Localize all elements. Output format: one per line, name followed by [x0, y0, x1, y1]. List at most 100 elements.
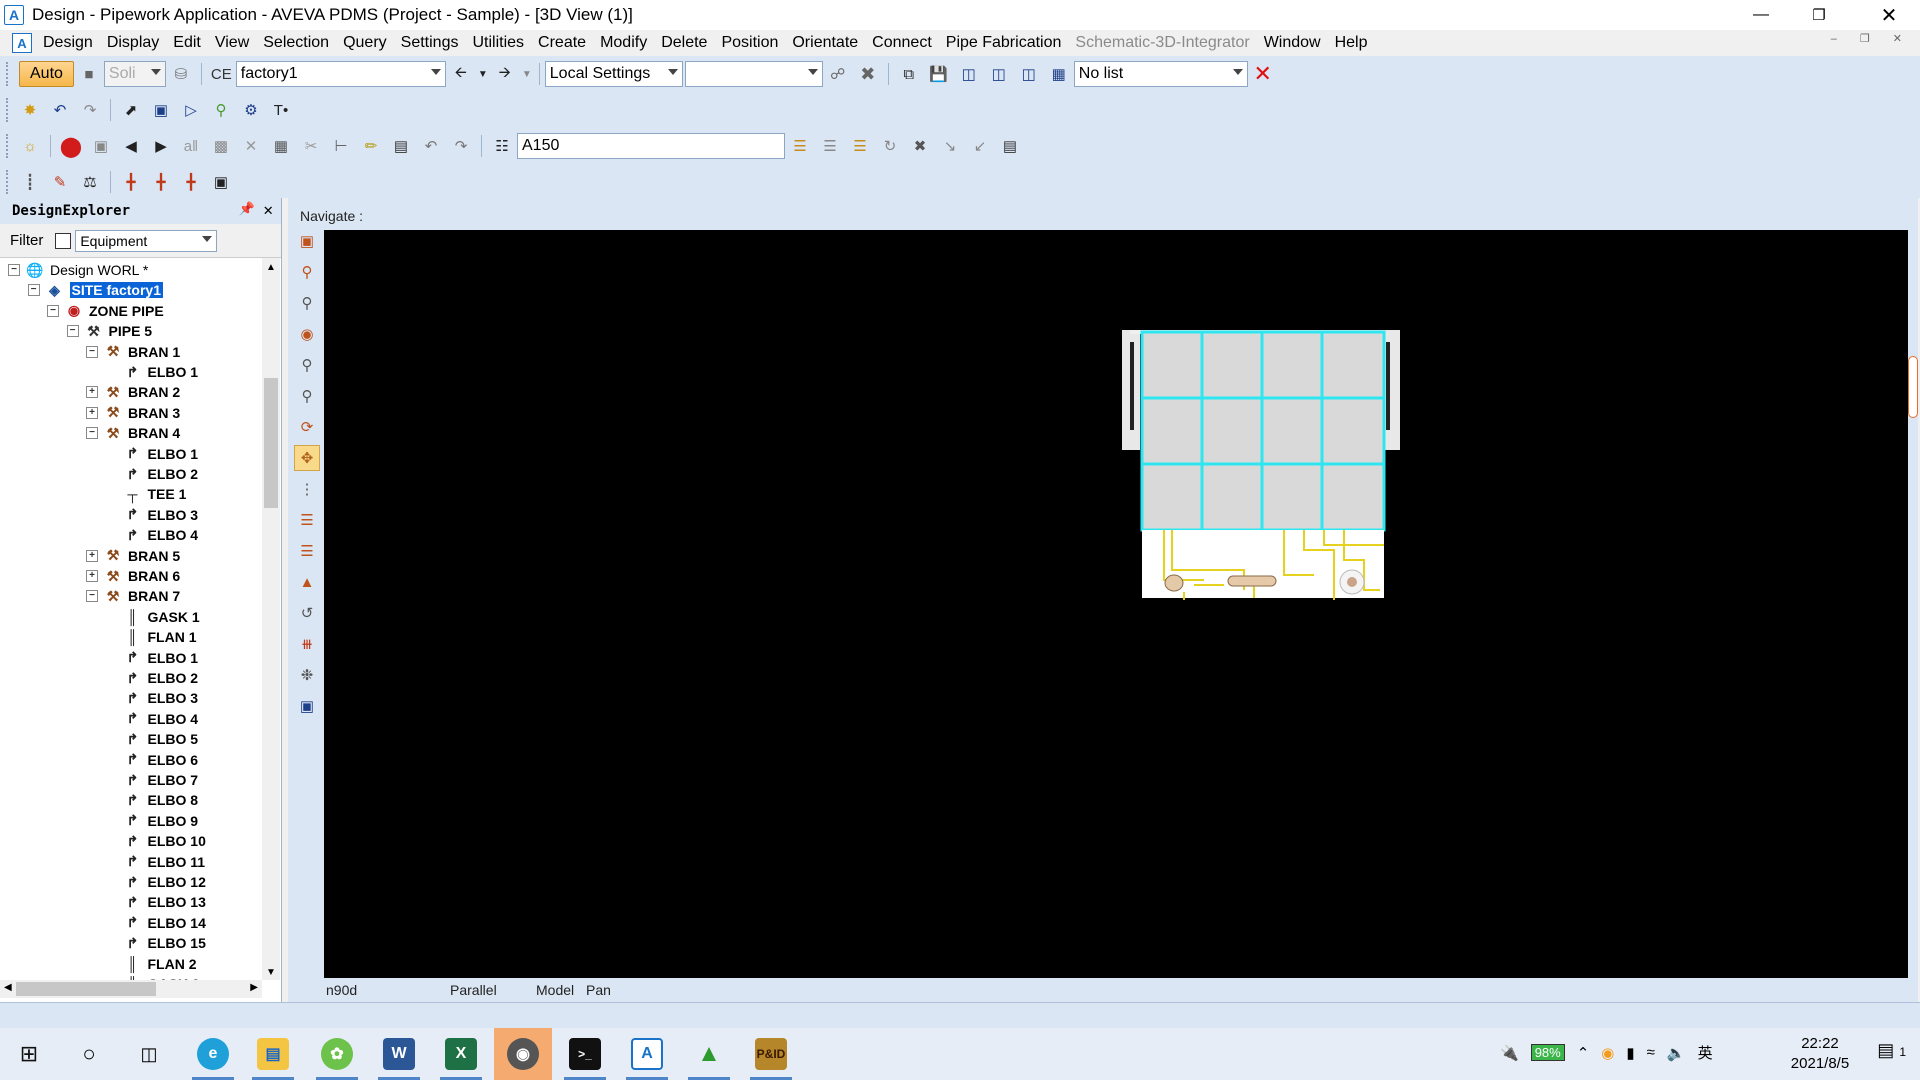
tree-node[interactable]: ↱ ELBO 3: [106, 688, 198, 708]
search-button[interactable]: ○: [60, 1028, 118, 1080]
zoom-limits-icon[interactable]: ⚲: [294, 259, 320, 285]
scroll-right-icon[interactable]: ▶: [250, 982, 258, 993]
plug-icon[interactable]: 🔌: [1500, 1044, 1519, 1062]
tree-node[interactable]: ┬ TEE 1: [106, 484, 187, 504]
restore-button[interactable]: ❐: [1790, 0, 1848, 30]
tree-node[interactable]: ↱ ELBO 15: [106, 933, 206, 953]
cut-icon[interactable]: ✂: [298, 133, 324, 159]
tree-node[interactable]: ↱ ELBO 3: [106, 505, 198, 525]
taskbar-viewer[interactable]: ◉: [494, 1028, 552, 1080]
tree-node[interactable]: ↱ ELBO 13: [106, 892, 206, 912]
forward-arrow-icon[interactable]: 🡪: [492, 61, 518, 87]
tree-node[interactable]: + ⚒ BRAN 5: [86, 546, 180, 566]
layer-down-icon[interactable]: ☰: [294, 538, 320, 564]
menu-selection[interactable]: Selection: [256, 30, 336, 56]
color-swatch-icon[interactable]: ■: [76, 61, 102, 87]
local-settings-combo[interactable]: Local Settings: [544, 61, 683, 87]
scroll-thumb[interactable]: [264, 378, 278, 508]
menu-window[interactable]: Window: [1257, 30, 1328, 56]
cancel-icon[interactable]: ✕: [238, 133, 264, 159]
split-icon[interactable]: ╋: [118, 169, 144, 195]
copy-icon[interactable]: ⧉: [896, 61, 922, 87]
undo-icon[interactable]: ↶: [418, 133, 444, 159]
tree-node[interactable]: ↱ ELBO 1: [106, 648, 198, 668]
tree-node[interactable]: ║ FLAN 2: [106, 954, 197, 974]
menu-create[interactable]: Create: [531, 30, 593, 56]
fabrication-icon[interactable]: ▣: [208, 169, 234, 195]
database-icon[interactable]: ⛁: [168, 61, 194, 87]
tree-node[interactable]: ↱ ELBO 8: [106, 790, 198, 810]
pipe-tool-3-icon[interactable]: ☰: [847, 133, 873, 159]
pipe-tool-2-icon[interactable]: ☰: [817, 133, 843, 159]
weld-icon[interactable]: ✎: [47, 169, 73, 195]
undo-icon[interactable]: ↶: [47, 97, 73, 123]
tree-node[interactable]: + ⚒ BRAN 6: [86, 566, 180, 586]
tree-node[interactable]: − ⚒ BRAN 7: [86, 586, 180, 606]
toolbar-grip[interactable]: [6, 170, 11, 194]
expand-plus-icon[interactable]: +: [86, 549, 98, 562]
previous-icon[interactable]: ◀: [118, 133, 144, 159]
list-table-icon[interactable]: ▦: [1046, 61, 1072, 87]
tree-node[interactable]: ↱ ELBO 10: [106, 831, 206, 851]
pointer-icon[interactable]: ⬈: [118, 97, 144, 123]
collapse-minus-icon[interactable]: −: [66, 325, 79, 338]
clip-icon[interactable]: ▲: [294, 569, 320, 595]
chevron-up-icon[interactable]: ⌃: [1577, 1044, 1590, 1062]
spec-icon[interactable]: ☷: [489, 133, 515, 159]
zoom-in-icon[interactable]: ⚲: [294, 383, 320, 409]
tree-node[interactable]: − ◉ ZONE PIPE: [47, 301, 164, 321]
taskbar-app-green[interactable]: ✿: [308, 1028, 366, 1080]
hierarchy-tree[interactable]: − 🌐 Design WORL * − ◈ SITE factory1− ◉ ZONE PIP…: [0, 258, 262, 980]
orbit-icon[interactable]: ◉: [294, 321, 320, 347]
tree-node[interactable]: ↱ ELBO 14: [106, 913, 206, 933]
collapse-minus-icon[interactable]: −: [86, 345, 98, 358]
start-button[interactable]: ⊞: [0, 1028, 58, 1080]
tree-node[interactable]: ↱ ELBO 1: [106, 362, 198, 382]
tree-horizontal-scrollbar[interactable]: ◀ ▶: [0, 980, 262, 998]
tree-node[interactable]: − ⚒ BRAN 4: [86, 423, 180, 443]
tree-node[interactable]: ↱ ELBO 12: [106, 872, 206, 892]
axes-icon[interactable]: ⧻: [294, 631, 320, 657]
menu-orientate[interactable]: Orientate: [785, 30, 865, 56]
view-settings-icon[interactable]: ▣: [294, 693, 320, 719]
tree-node[interactable]: ↱ ELBO 5: [106, 729, 198, 749]
collapse-minus-icon[interactable]: −: [8, 264, 20, 276]
ce-combo[interactable]: factory1: [235, 61, 446, 87]
redo-icon[interactable]: ↷: [77, 97, 103, 123]
scroll-down-icon[interactable]: ▼: [266, 967, 276, 978]
camera-icon[interactable]: ❉: [294, 662, 320, 688]
list-combo[interactable]: No list: [1073, 61, 1248, 87]
menu-connect[interactable]: Connect: [865, 30, 939, 56]
model-editor-icon[interactable]: ☼: [17, 133, 43, 159]
clear-x-icon[interactable]: ✖: [855, 61, 881, 87]
battery-badge[interactable]: 98%: [1530, 1044, 1565, 1061]
menu-modify[interactable]: Modify: [593, 30, 654, 56]
dropdown-arrow-icon[interactable]: ▼: [522, 61, 532, 87]
tree-node[interactable]: − 🌐 Design WORL *: [8, 260, 148, 280]
zoom-out-icon[interactable]: ⚲: [294, 352, 320, 378]
toolbar-grip[interactable]: [6, 134, 11, 158]
graphics-select-icon[interactable]: ✸: [17, 97, 43, 123]
mdi-controls[interactable]: ‒ ❐ ✕: [1831, 32, 1912, 45]
filter-checkbox[interactable]: [55, 232, 72, 249]
orange-tray-icon[interactable]: ◉: [1601, 1044, 1614, 1062]
connect-icon[interactable]: ⚙: [238, 97, 264, 123]
dropdown-arrow-icon[interactable]: ▼: [478, 61, 488, 87]
side-scroll-handle[interactable]: [1908, 356, 1918, 418]
menu-design[interactable]: Design: [36, 30, 100, 56]
collapse-minus-icon[interactable]: −: [86, 427, 98, 440]
delete-list-icon[interactable]: ✕: [1250, 61, 1276, 87]
tree-node[interactable]: ↱ ELBO 9: [106, 811, 198, 831]
menu-view[interactable]: View: [208, 30, 256, 56]
triangle-icon[interactable]: ▷: [178, 97, 204, 123]
tree-vertical-scrollbar[interactable]: ▲ ▼: [262, 258, 280, 980]
tree-node[interactable]: − ⚒ PIPE 5: [66, 321, 152, 341]
filter-combo[interactable]: Equipment: [75, 229, 218, 252]
tree-node[interactable]: − ⚒ BRAN 1: [86, 342, 180, 362]
list-refresh-icon[interactable]: ◫: [1016, 61, 1042, 87]
menu-position[interactable]: Position: [714, 30, 785, 56]
limits-icon[interactable]: ▣: [294, 228, 320, 254]
text-icon[interactable]: T•: [268, 97, 294, 123]
next-icon[interactable]: ▶: [148, 133, 174, 159]
align-icon[interactable]: a‖: [178, 133, 204, 159]
